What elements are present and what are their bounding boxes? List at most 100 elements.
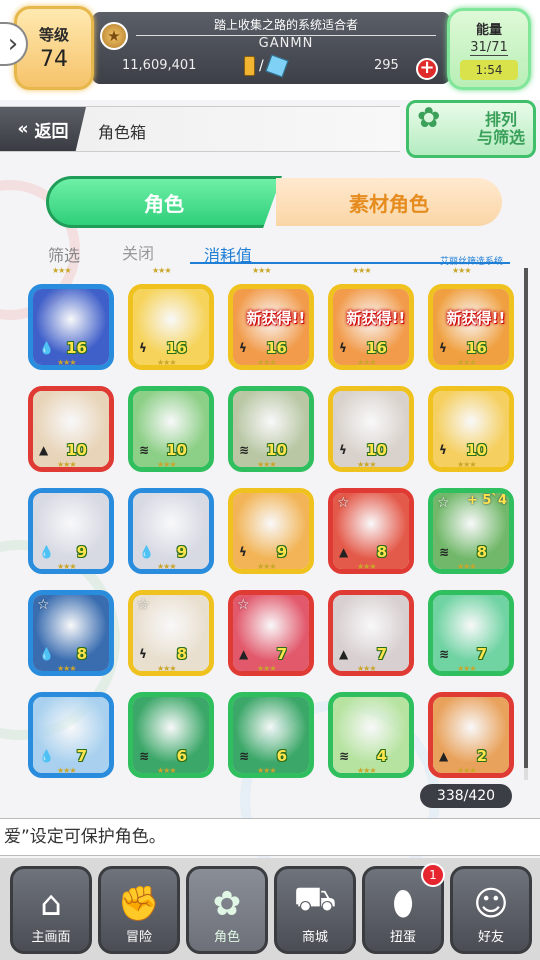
character-cost: 7 bbox=[376, 645, 387, 663]
tab-characters[interactable]: 角色 bbox=[46, 176, 282, 228]
water-element-icon: 💧 bbox=[39, 647, 54, 661]
partial-card-stars: ★★★ bbox=[152, 266, 171, 275]
filter-toggle[interactable]: 筛选 bbox=[48, 242, 80, 266]
character-card[interactable]: 💧 9 ★★★ bbox=[128, 488, 214, 574]
top-status-bar: › 等级 74 ★ 踏上收集之路的系统适合者 GANMN 11,609,401 … bbox=[0, 0, 540, 100]
character-card[interactable]: ☆ ϟ 8 ★★★ bbox=[128, 590, 214, 676]
notification-badge: 1 bbox=[421, 863, 445, 887]
new-badge: 新获得!! bbox=[246, 309, 306, 327]
nav-home-button[interactable]: ⌂ 主画面 bbox=[10, 866, 92, 954]
thunder-element-icon: ϟ bbox=[339, 341, 347, 355]
character-cost: 7 bbox=[476, 645, 487, 663]
water-element-icon: 💧 bbox=[39, 545, 54, 559]
character-grid[interactable]: ★★★ ★★★ ★★★ ★★★ ★★★ 💧 16 ★★★ ϟ 16 ★★★ 新获得!! ϟ 16 ★★★ 新获… bbox=[28, 266, 518, 778]
character-card[interactable]: ϟ 9 ★★★ bbox=[228, 488, 314, 574]
character-cost: 2 bbox=[476, 747, 487, 765]
scrollbar[interactable] bbox=[524, 268, 528, 780]
currency-separator: / bbox=[259, 58, 264, 74]
character-card[interactable]: ϟ 10 ★★★ bbox=[428, 386, 514, 472]
nav-egg-button[interactable]: ⬮ 扭蛋 1 bbox=[362, 863, 445, 954]
character-cost: 7 bbox=[76, 747, 87, 765]
thunder-element-icon: ϟ bbox=[239, 545, 247, 559]
new-badge: 新获得!! bbox=[346, 309, 406, 327]
character-card[interactable]: ▲ 10 ★★★ bbox=[28, 386, 114, 472]
character-card[interactable]: ≋ 7 ★★★ bbox=[428, 590, 514, 676]
rarity-stars: ★★★ bbox=[157, 562, 176, 571]
character-card[interactable]: ≋ 4 ★★★ bbox=[328, 692, 414, 778]
character-cost: 16 bbox=[266, 339, 287, 357]
character-cost: 10 bbox=[366, 441, 387, 459]
water-element-icon: 💧 bbox=[39, 341, 54, 355]
character-card[interactable]: ≋ 6 ★★★ bbox=[128, 692, 214, 778]
character-cost: 10 bbox=[66, 441, 87, 459]
character-card[interactable]: ▲ 7 ★★★ bbox=[328, 590, 414, 676]
rarity-stars: ★★★ bbox=[157, 460, 176, 469]
nav-cart-button[interactable]: ⛟ 商城 bbox=[274, 866, 356, 954]
character-cost: 8 bbox=[176, 645, 187, 663]
character-cost: 16 bbox=[66, 339, 87, 357]
character-card[interactable]: ☆ 💧 8 ★★★ bbox=[28, 590, 114, 676]
stamina-value: 31/71 bbox=[470, 40, 508, 56]
nav-handshake-button[interactable]: ✊ 冒险 bbox=[98, 866, 180, 954]
scrollbar-thumb[interactable] bbox=[524, 268, 528, 768]
character-card[interactable]: ≋ 6 ★★★ bbox=[228, 692, 314, 778]
egg-icon: ⬮ bbox=[392, 884, 414, 924]
home-icon: ⌂ bbox=[40, 884, 62, 924]
wind-element-icon: ≋ bbox=[439, 545, 450, 559]
thunder-element-icon: ϟ bbox=[239, 341, 247, 355]
character-card[interactable]: 💧 16 ★★★ bbox=[28, 284, 114, 370]
tip-marquee: 爱”设定可保护角色。 bbox=[0, 818, 540, 856]
character-card[interactable]: 新获得!! ϟ 16 ★★★ bbox=[228, 284, 314, 370]
nav-friends-button[interactable]: ☺ 好友 bbox=[450, 866, 532, 954]
wind-element-icon: ≋ bbox=[239, 749, 250, 763]
nav-label: 商城 bbox=[301, 930, 328, 945]
chevron-right-icon: › bbox=[7, 29, 19, 59]
rarity-stars: ★★★ bbox=[357, 766, 376, 775]
character-card[interactable]: ☆ ▲ 8 ★★★ bbox=[328, 488, 414, 574]
partial-card-stars: ★★★ bbox=[52, 266, 71, 275]
rarity-stars: ★★★ bbox=[157, 766, 176, 775]
character-cost: 16 bbox=[466, 339, 487, 357]
character-card[interactable]: ≋ 10 ★★★ bbox=[228, 386, 314, 472]
character-card[interactable]: 新获得!! ϟ 16 ★★★ bbox=[428, 284, 514, 370]
fire-element-icon: ▲ bbox=[339, 545, 349, 559]
add-gems-button[interactable]: + bbox=[416, 58, 438, 80]
level-value: 74 bbox=[40, 47, 68, 72]
stamina-box: 能量 31/71 1:54 bbox=[447, 8, 531, 90]
double-chevron-left-icon: « bbox=[17, 119, 29, 139]
character-cost: 10 bbox=[266, 441, 287, 459]
sort-filter-button[interactable]: ✿ 排列 与筛选 bbox=[406, 100, 536, 158]
rarity-stars: ★★★ bbox=[457, 766, 476, 775]
nav-label: 角色 bbox=[213, 930, 240, 945]
character-card[interactable]: 💧 7 ★★★ bbox=[28, 692, 114, 778]
star-icon: ☆ bbox=[337, 495, 350, 511]
wind-element-icon: ≋ bbox=[139, 443, 150, 457]
thunder-element-icon: ϟ bbox=[139, 647, 147, 661]
character-cost: 8 bbox=[476, 543, 487, 561]
character-card[interactable]: ☆ ▲ 7 ★★★ bbox=[228, 590, 314, 676]
character-cost: 16 bbox=[366, 339, 387, 357]
character-card[interactable]: 💧 9 ★★★ bbox=[28, 488, 114, 574]
gold-bar-icon bbox=[244, 56, 255, 76]
back-label: 返回 bbox=[34, 121, 69, 142]
rarity-stars: ★★★ bbox=[357, 664, 376, 673]
rarity-stars: ★★★ bbox=[457, 358, 476, 367]
medal-icon: ★ bbox=[100, 22, 128, 50]
thunder-element-icon: ϟ bbox=[339, 443, 347, 457]
character-card[interactable]: 新获得!! ϟ 16 ★★★ bbox=[328, 284, 414, 370]
tab-material-characters[interactable]: 素材角色 bbox=[276, 178, 502, 226]
water-element-icon: 💧 bbox=[139, 545, 154, 559]
character-card[interactable]: ϟ 16 ★★★ bbox=[128, 284, 214, 370]
partial-card-stars: ★★★ bbox=[352, 266, 371, 275]
nav-label: 冒险 bbox=[125, 930, 152, 945]
character-card[interactable]: ▲ 2 ★★★ bbox=[428, 692, 514, 778]
nav-label: 主画面 bbox=[31, 930, 71, 945]
character-card[interactable]: ☆ + 5`4 ≋ 8 ★★★ bbox=[428, 488, 514, 574]
wind-element-icon: ≋ bbox=[339, 749, 350, 763]
nav-bunny-button[interactable]: ✿ 角色 bbox=[186, 866, 268, 954]
rarity-stars: ★★★ bbox=[57, 664, 76, 673]
character-card[interactable]: ≋ 10 ★★★ bbox=[128, 386, 214, 472]
back-button[interactable]: « 返回 bbox=[0, 107, 86, 151]
rarity-stars: ★★★ bbox=[257, 460, 276, 469]
character-card[interactable]: ϟ 10 ★★★ bbox=[328, 386, 414, 472]
